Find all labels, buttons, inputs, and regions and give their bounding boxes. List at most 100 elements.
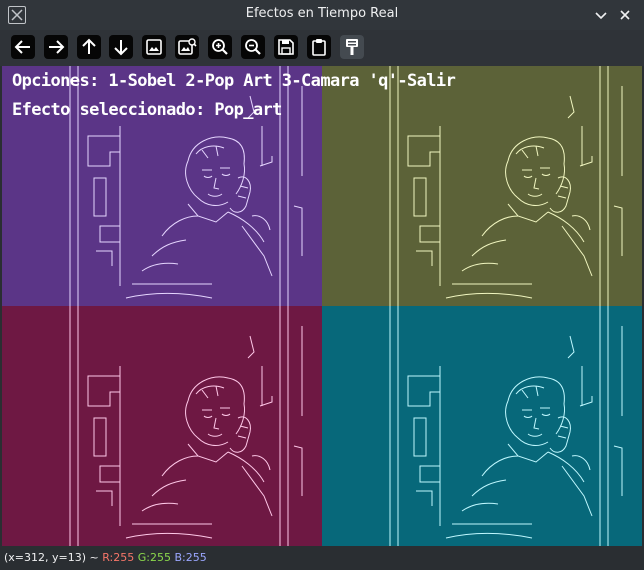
green-value: G:255: [137, 551, 171, 564]
blue-value: B:255: [174, 551, 207, 564]
edge-line: [555, 403, 565, 435]
edge-line: [541, 173, 551, 176]
edge-line: [507, 443, 549, 463]
edge-line: [507, 376, 565, 405]
minimize-button[interactable]: [591, 5, 611, 25]
zoom-out-icon: [245, 39, 261, 55]
edge-line: [557, 435, 567, 439]
edge-line: [471, 239, 507, 257]
edge-line: [527, 433, 543, 437]
edge-line: [237, 195, 247, 199]
edge-art: [389, 66, 623, 306]
edge-line: [557, 195, 567, 199]
copy-button[interactable]: [307, 35, 331, 59]
edge-line: [419, 225, 441, 243]
arrow-right-icon: [49, 40, 65, 54]
edge-line: [195, 385, 225, 395]
pan-right-button[interactable]: [44, 35, 68, 59]
edge-line: [571, 215, 591, 231]
status-bar: (x=312, y=13) ~ R:255 G:255 B:255: [0, 546, 644, 570]
edge-line: [541, 413, 551, 416]
toolbar: [0, 30, 644, 66]
arrow-down-icon: [114, 40, 128, 56]
edge-line: [293, 205, 303, 256]
paint-brush-icon: [346, 39, 358, 55]
quadrant-bottom-right: [322, 306, 642, 546]
pan-down-button[interactable]: [109, 35, 133, 59]
edge-line: [215, 385, 219, 397]
image-icon: [146, 39, 162, 55]
pan-up-button[interactable]: [77, 35, 101, 59]
edge-line: [87, 375, 121, 407]
clipboard-icon: [312, 39, 326, 56]
edge-line: [151, 479, 187, 497]
edge-line: [549, 176, 571, 213]
edge-line: [559, 185, 569, 189]
edge-line: [535, 385, 539, 397]
edge-line: [481, 215, 519, 237]
edge-line: [221, 413, 231, 416]
edge-line: [203, 415, 213, 418]
pan-left-button[interactable]: [11, 35, 35, 59]
edge-line: [247, 335, 255, 359]
edge-line: [481, 455, 519, 477]
quadrant-top-right: [322, 66, 642, 306]
image-canvas[interactable]: Opciones: 1-Sobel 2-Pop Art 3-Camara 'q'…: [2, 66, 642, 546]
edge-line: [461, 262, 499, 272]
edge-line: [187, 203, 229, 223]
floppy-disk-icon: [278, 39, 294, 55]
close-button[interactable]: [615, 5, 635, 25]
edge-line: [533, 177, 540, 190]
edge-line: [293, 445, 303, 496]
arrow-left-icon: [14, 40, 30, 54]
edge-line: [407, 135, 441, 167]
zoom-fit-button[interactable]: [175, 35, 199, 59]
edge-line: [533, 417, 540, 430]
edge-line: [96, 490, 113, 506]
edge-art: [69, 306, 303, 546]
edge-line: [559, 425, 569, 429]
edge-line: [207, 193, 223, 197]
edge-line: [571, 455, 591, 471]
edge-line: [235, 163, 245, 195]
save-button[interactable]: [274, 35, 298, 59]
edge-line: [507, 136, 565, 165]
edge-line: [567, 95, 575, 119]
edge-line: [416, 250, 433, 266]
chevron-down-icon: [595, 12, 607, 20]
edge-line: [161, 215, 199, 237]
edge-line: [141, 502, 179, 512]
edge-line: [93, 177, 107, 217]
edge-line: [251, 455, 271, 471]
edge-line: [561, 465, 593, 517]
title-bar: Efectos en Tiempo Real: [0, 0, 644, 30]
zoom-out-button[interactable]: [241, 35, 265, 59]
edge-line: [187, 443, 229, 463]
edge-line: [515, 385, 545, 395]
edge-line: [555, 163, 565, 195]
edge-line: [523, 175, 533, 178]
edge-line: [515, 145, 545, 155]
edge-line: [413, 417, 427, 457]
edge-line: [239, 185, 249, 189]
properties-button[interactable]: [340, 35, 364, 59]
edge-line: [207, 433, 223, 437]
edge-line: [125, 533, 213, 539]
edge-line: [215, 145, 219, 157]
edge-line: [521, 389, 529, 399]
edge-line: [561, 225, 593, 277]
edge-line: [125, 293, 213, 299]
edge-line: [203, 175, 213, 178]
edge-line: [87, 135, 121, 167]
edge-line: [235, 403, 245, 435]
edge-line: [229, 416, 251, 453]
edge-line: [416, 490, 433, 506]
image-zoom-icon: [178, 38, 197, 55]
edge-line: [99, 465, 121, 483]
zoom-original-button[interactable]: [142, 35, 166, 59]
edge-line: [237, 435, 247, 439]
edge-line: [613, 445, 623, 496]
zoom-in-button[interactable]: [208, 35, 232, 59]
edge-line: [195, 145, 225, 155]
edge-line: [471, 479, 507, 497]
